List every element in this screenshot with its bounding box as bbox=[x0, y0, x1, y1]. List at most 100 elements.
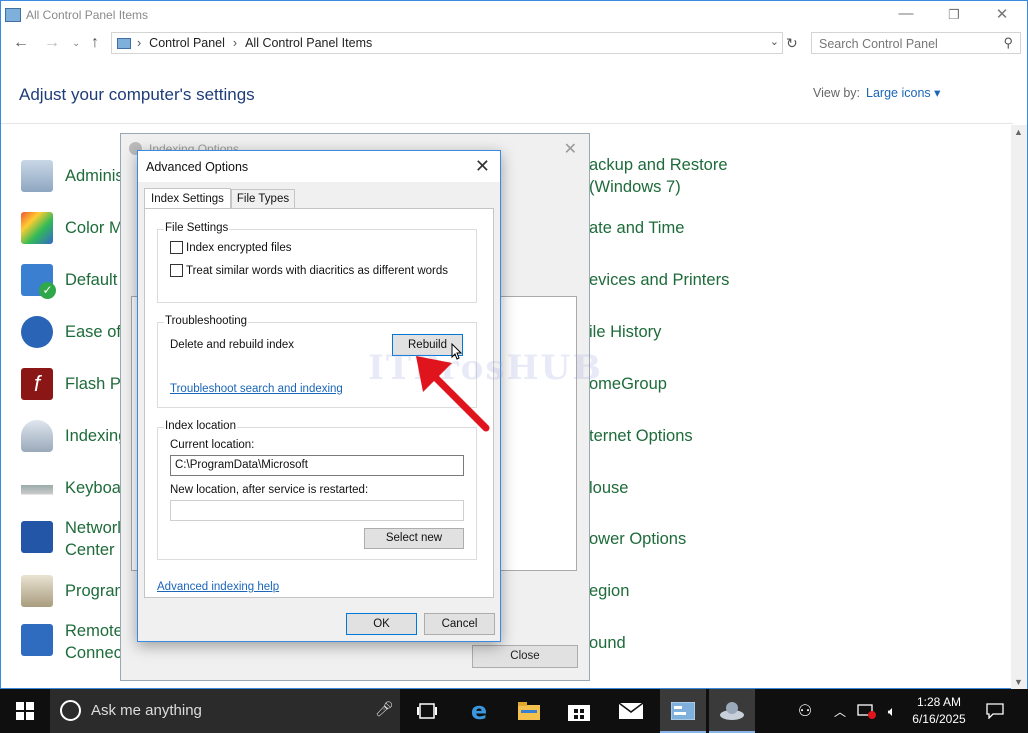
remote-icon bbox=[21, 624, 53, 656]
people-button[interactable]: ⚇ bbox=[788, 689, 822, 733]
item-indexing-options[interactable]: Indexing bbox=[21, 420, 127, 452]
checkbox-box[interactable] bbox=[170, 241, 183, 254]
indexing-close-icon[interactable]: ✕ bbox=[564, 139, 577, 159]
scroll-down-icon[interactable]: ▼ bbox=[1014, 677, 1023, 687]
item-mouse[interactable]: louse bbox=[589, 477, 628, 499]
indexing-taskbar-icon bbox=[720, 702, 744, 720]
breadcrumb-all-items[interactable]: All Control Panel Items bbox=[245, 36, 372, 50]
search-placeholder: Ask me anything bbox=[91, 702, 202, 719]
tray-overflow-button[interactable]: ︿ bbox=[830, 689, 850, 733]
item-backup-restore[interactable]: ackup and Restore (Windows 7) bbox=[589, 154, 728, 198]
item-sound[interactable]: ound bbox=[589, 632, 626, 654]
edge-button[interactable]: e bbox=[457, 689, 501, 733]
control-panel-icon bbox=[5, 8, 21, 22]
minimize-button[interactable]: — bbox=[891, 5, 921, 22]
item-default-programs[interactable]: ✓ Default bbox=[21, 264, 117, 299]
item-power-options[interactable]: ower Options bbox=[589, 528, 686, 550]
item-flash-player[interactable]: f Flash Pla bbox=[21, 368, 134, 400]
address-dropdown-icon[interactable]: ⌄ bbox=[770, 35, 779, 48]
new-location-field bbox=[170, 500, 464, 521]
keyboard-icon bbox=[21, 472, 53, 504]
color-management-icon bbox=[21, 212, 53, 244]
window-title: All Control Panel Items bbox=[26, 8, 149, 22]
tab-strip: Index Settings File Types bbox=[144, 188, 296, 210]
control-panel-small-icon bbox=[117, 37, 131, 49]
tab-file-types[interactable]: File Types bbox=[230, 189, 296, 210]
checkbox-box[interactable] bbox=[170, 264, 183, 277]
new-location-label: New location, after service is restarted… bbox=[170, 484, 369, 496]
item-file-history[interactable]: ile History bbox=[589, 321, 661, 343]
volume-tray-button[interactable]: 🔈︎ bbox=[881, 689, 903, 733]
file-explorer-button[interactable] bbox=[507, 689, 551, 733]
item-programs-features[interactable]: Program bbox=[21, 575, 128, 607]
restore-button[interactable]: ❐ bbox=[939, 7, 969, 23]
notification-icon bbox=[986, 703, 1004, 719]
scrollbar[interactable]: ▲ ▼ bbox=[1011, 125, 1027, 689]
store-button[interactable] bbox=[557, 689, 601, 733]
current-location-field: C:\ProgramData\Microsoft bbox=[170, 455, 464, 476]
programs-icon bbox=[21, 575, 53, 607]
view-by-dropdown[interactable]: Large icons ▾ bbox=[866, 86, 940, 100]
advanced-close-icon[interactable]: ✕ bbox=[475, 156, 490, 177]
item-color-management[interactable]: Color M bbox=[21, 212, 123, 244]
cortana-search-box[interactable]: Ask me anything 🎤︎ bbox=[50, 689, 400, 733]
forward-arrow-icon[interactable]: → bbox=[44, 34, 60, 52]
back-arrow-icon[interactable]: ← bbox=[13, 34, 29, 52]
item-date-time[interactable]: ate and Time bbox=[589, 217, 684, 239]
file-settings-group: File Settings Index encrypted files Trea… bbox=[157, 222, 477, 303]
select-new-button[interactable]: Select new bbox=[364, 528, 464, 549]
action-center-button[interactable] bbox=[980, 689, 1010, 733]
address-field[interactable]: › Control Panel › All Control Panel Item… bbox=[111, 32, 783, 54]
network-tray-button[interactable] bbox=[855, 689, 879, 733]
ease-of-access-icon bbox=[21, 316, 53, 348]
refresh-icon[interactable]: ↻ bbox=[786, 35, 798, 52]
index-location-label: Index location bbox=[164, 420, 237, 432]
address-bar-row: ← → ⌄ ↑ › Control Panel › All Control Pa… bbox=[1, 31, 1027, 57]
red-arrow-annotation bbox=[416, 356, 490, 432]
clock-time: 1:28 AM bbox=[916, 695, 962, 709]
item-devices-printers[interactable]: evices and Printers bbox=[589, 269, 729, 291]
scroll-up-icon[interactable]: ▲ bbox=[1014, 127, 1023, 137]
indexing-icon bbox=[21, 420, 53, 452]
item-internet-options[interactable]: ternet Options bbox=[589, 425, 693, 447]
start-button[interactable] bbox=[0, 689, 50, 733]
troubleshoot-link[interactable]: Troubleshoot search and indexing bbox=[170, 383, 343, 395]
item-region[interactable]: egion bbox=[589, 580, 629, 602]
tab-index-settings[interactable]: Index Settings bbox=[144, 188, 231, 209]
network-disconnected-icon bbox=[857, 704, 876, 719]
breadcrumb-control-panel[interactable]: Control Panel bbox=[149, 36, 225, 50]
microphone-icon[interactable]: 🎤︎ bbox=[375, 700, 394, 718]
troubleshooting-label: Troubleshooting bbox=[164, 315, 249, 327]
cortana-icon bbox=[60, 700, 81, 721]
mail-icon bbox=[619, 703, 643, 719]
close-window-button[interactable]: ✕ bbox=[987, 5, 1017, 23]
recent-dropdown-icon[interactable]: ⌄ bbox=[72, 38, 80, 49]
view-by: View by: Large icons ▾ bbox=[813, 86, 941, 100]
taskbar: Ask me anything 🎤︎ e ⚇ ︿ 🔈︎ 1:28 AM 6/16… bbox=[0, 689, 1028, 733]
folder-icon bbox=[518, 702, 540, 720]
admin-tools-icon bbox=[21, 160, 53, 192]
ok-button[interactable]: OK bbox=[346, 613, 417, 635]
item-remoteapp[interactable]: Remote Connect bbox=[21, 620, 126, 664]
indexing-taskbar-button[interactable] bbox=[709, 689, 755, 733]
item-administrative-tools[interactable]: Adminis bbox=[21, 160, 124, 192]
search-input[interactable]: Search Control Panel ⚲ bbox=[811, 32, 1021, 54]
task-view-button[interactable] bbox=[405, 689, 449, 733]
mail-button[interactable] bbox=[609, 689, 653, 733]
item-ease-of-access[interactable]: Ease of A bbox=[21, 316, 136, 348]
advanced-indexing-help-link[interactable]: Advanced indexing help bbox=[157, 581, 279, 593]
cancel-button[interactable]: Cancel bbox=[424, 613, 495, 635]
flash-icon: f bbox=[21, 368, 53, 400]
search-icon[interactable]: ⚲ bbox=[1003, 35, 1013, 51]
up-arrow-icon[interactable]: ↑ bbox=[91, 34, 99, 52]
control-panel-taskbar-button[interactable] bbox=[660, 689, 706, 733]
item-keyboard[interactable]: Keyboar bbox=[21, 472, 126, 504]
index-location-group: Index location Current location: C:\Prog… bbox=[157, 420, 477, 560]
item-network-sharing-center[interactable]: Networl Center bbox=[21, 517, 121, 561]
diacritics-checkbox[interactable]: Treat similar words with diacritics as d… bbox=[170, 264, 448, 277]
indexing-close-button[interactable]: Close bbox=[472, 645, 578, 668]
clock[interactable]: 1:28 AM 6/16/2025 bbox=[902, 694, 976, 728]
index-encrypted-checkbox[interactable]: Index encrypted files bbox=[170, 241, 291, 254]
people-icon: ⚇ bbox=[797, 703, 813, 720]
clock-date: 6/16/2025 bbox=[912, 712, 966, 726]
